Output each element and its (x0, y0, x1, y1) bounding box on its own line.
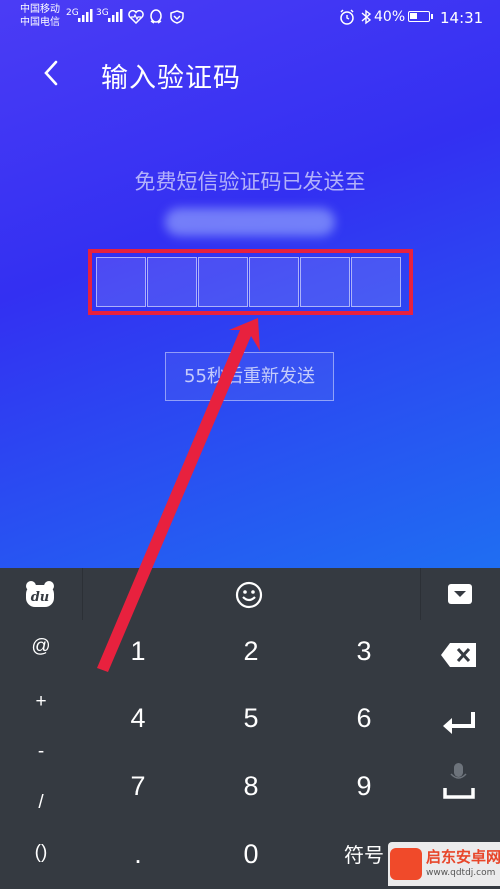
alarm-icon (340, 9, 354, 25)
key-2-2[interactable]: 9 (314, 771, 414, 802)
site-watermark: 启东安卓网 www.qdtdj.com (388, 842, 500, 886)
key-0-2[interactable]: 3 (314, 636, 414, 667)
sent-to-label: 免费短信验证码已发送至 (134, 170, 366, 194)
blurred-phone-number (165, 208, 335, 236)
code-digit-box[interactable] (351, 257, 401, 307)
svg-text:du: du (31, 590, 50, 605)
key-1-0[interactable]: 4 (88, 703, 188, 734)
code-input-boxes[interactable] (96, 257, 402, 307)
status-bar: 中国移动 中国电信 2G 3G 40% 14:31 (0, 0, 500, 36)
bluetooth-icon (361, 9, 372, 25)
resend-button[interactable]: 55秒后重新发送 (165, 352, 334, 401)
watermark-logo-icon (390, 848, 422, 880)
network-type-1: 2G (66, 8, 79, 18)
shield-icon (170, 10, 184, 24)
verification-screen: 中国移动 中国电信 2G 3G 40% 14:31 输入验证码 免费短信验证码已… (0, 0, 500, 568)
side-key-0[interactable]: @ (11, 636, 71, 658)
watermark-url: www.qdtdj.com (426, 868, 496, 878)
network-type-2: 3G (96, 8, 109, 18)
key-0-0[interactable]: 1 (88, 636, 188, 667)
battery-fill (410, 13, 417, 19)
code-digit-box[interactable] (147, 257, 197, 307)
enter-icon[interactable] (441, 710, 477, 736)
clock: 14:31 (440, 9, 484, 27)
smiley-icon[interactable] (234, 580, 264, 610)
key-3-1[interactable]: 0 (201, 839, 301, 870)
keyboard-toolbar: du (0, 568, 500, 620)
key-1-2[interactable]: 6 (314, 703, 414, 734)
backspace-icon[interactable] (440, 642, 478, 668)
key-2-0[interactable]: 7 (88, 771, 188, 802)
code-digit-box[interactable] (300, 257, 350, 307)
carrier-labels: 中国移动 中国电信 (20, 3, 60, 29)
heart-rate-icon (128, 10, 144, 24)
toolbar-divider (82, 568, 83, 620)
page-title: 输入验证码 (101, 63, 241, 94)
signal-icon (78, 9, 93, 22)
key-0-1[interactable]: 2 (201, 636, 301, 667)
battery-percent: 40% (374, 9, 406, 25)
mic-space-icon[interactable] (442, 762, 476, 802)
qq-icon (150, 9, 162, 24)
battery-icon (408, 11, 433, 22)
side-key-1[interactable]: + (11, 691, 71, 713)
carrier-1: 中国移动 (20, 4, 60, 15)
signal-icon-2 (108, 9, 123, 22)
toolbar-divider-2 (420, 568, 421, 620)
code-digit-box[interactable] (249, 257, 299, 307)
keyboard-hide-icon[interactable] (447, 583, 473, 605)
baidu-input-logo-icon[interactable]: du (24, 580, 56, 608)
carrier-2: 中国电信 (20, 17, 60, 28)
side-key-2[interactable]: - (11, 741, 71, 763)
code-digit-box[interactable] (198, 257, 248, 307)
chevron-left-icon[interactable] (40, 58, 64, 88)
code-digit-box[interactable] (96, 257, 146, 307)
numeric-keyboard: du 1 2 3 4 5 6 7 8 9. 0 符号 @ + - /() (0, 568, 500, 889)
watermark-name: 启东安卓网 (426, 848, 500, 866)
key-3-0[interactable]: . (88, 839, 188, 870)
side-key-4[interactable]: () (11, 842, 71, 864)
key-2-1[interactable]: 8 (201, 771, 301, 802)
key-1-1[interactable]: 5 (201, 703, 301, 734)
side-key-3[interactable]: / (11, 792, 71, 814)
